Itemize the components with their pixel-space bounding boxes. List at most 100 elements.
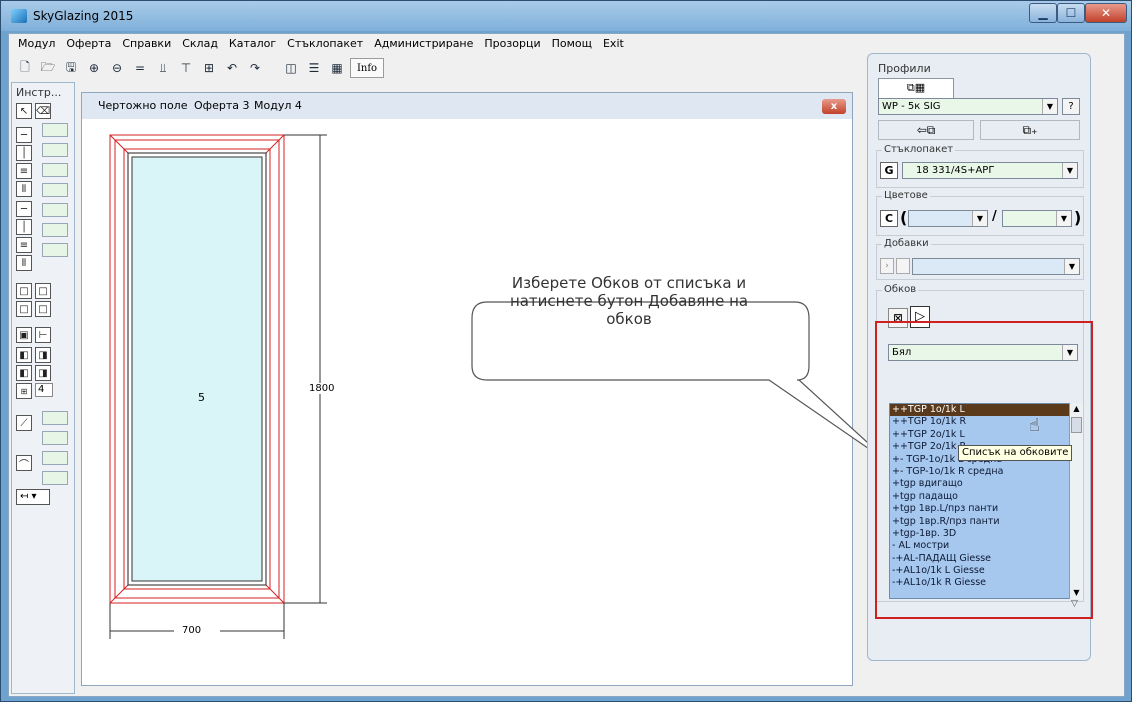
profiles-title: Профили — [878, 62, 931, 75]
scroll-up-icon[interactable]: ▲ — [1070, 403, 1083, 415]
tool-field[interactable] — [42, 123, 68, 137]
door-tool-icon[interactable]: ◨ — [35, 365, 51, 381]
save-icon[interactable]: 🖫 — [61, 58, 81, 78]
arc-tool-icon[interactable]: ⌒ — [16, 455, 32, 471]
align-top-icon[interactable]: ⊤ — [176, 58, 196, 78]
addon-select[interactable]: ▼ — [912, 258, 1080, 275]
color-c-button[interactable]: C — [880, 210, 898, 227]
glazing-select[interactable]: 18 331/4S+АРГ ▼ — [902, 162, 1078, 179]
vertical-split-tool-icon[interactable]: │ — [16, 219, 32, 235]
info-button[interactable]: Info — [350, 58, 384, 78]
list-view-icon[interactable]: ☰ — [304, 58, 324, 78]
tool-field[interactable] — [42, 183, 68, 197]
horizontal-lines-tool-icon[interactable]: ≡ — [16, 237, 32, 253]
menu-administration[interactable]: Администриране — [369, 34, 479, 54]
tool-field[interactable] — [42, 223, 68, 237]
list-item[interactable]: -+AL1o/1k R Giesse — [890, 577, 1082, 589]
menu-exit[interactable]: Exit — [598, 34, 630, 54]
frame-tool-icon[interactable]: □ — [35, 301, 51, 317]
list-item[interactable]: ++TGP 1o/1k L — [890, 404, 1082, 417]
frame-tool-icon[interactable]: □ — [16, 301, 32, 317]
undo-icon[interactable]: ↶ — [222, 58, 242, 78]
list-item[interactable]: +tgp 1вр.R/прз панти — [890, 516, 1082, 528]
outer-color-select[interactable]: ▼ — [1002, 210, 1072, 227]
split-view-icon[interactable]: ◫ — [281, 58, 301, 78]
sash-tool-icon[interactable]: ▣ — [16, 327, 32, 343]
horizontal-multi-tool-icon[interactable]: ≡ — [16, 163, 32, 179]
profile-help-button[interactable]: ? — [1062, 98, 1080, 115]
new-file-icon[interactable]: 🗋 — [15, 58, 35, 78]
list-item[interactable]: -+AL-ПАДАЩ Giesse — [890, 553, 1082, 565]
list-item[interactable]: ++TGP 1o/1k R — [890, 416, 1082, 428]
tool-field[interactable] — [42, 203, 68, 217]
handle-tool-icon[interactable]: ⊢ — [35, 327, 51, 343]
add-addon-button[interactable]: › — [880, 258, 894, 274]
menu-windows[interactable]: Прозорци — [479, 34, 546, 54]
tool-field[interactable] — [42, 163, 68, 177]
profile-tab-icon[interactable]: ⧉▦ — [878, 78, 954, 98]
tool-counter-field[interactable]: 4 — [35, 383, 53, 397]
inner-color-select[interactable]: ▼ — [908, 210, 988, 227]
tool-field[interactable] — [42, 411, 68, 425]
horizontal-bar-tool-icon[interactable]: ─ — [16, 127, 32, 143]
vertical-bar-tool-icon[interactable]: │ — [16, 145, 32, 161]
table-view-icon[interactable]: ▦ — [327, 58, 347, 78]
drawing-close-button[interactable]: x — [822, 99, 846, 114]
horizontal-split-tool-icon[interactable]: ─ — [16, 201, 32, 217]
direction-dropdown[interactable]: ↤ ▾ — [16, 489, 50, 505]
list-item[interactable]: ++TGP 2o/1k L — [890, 429, 1082, 441]
chevron-down-icon: ▼ — [972, 211, 987, 226]
list-item[interactable]: +tgp падащо — [890, 491, 1082, 503]
remove-profile-button[interactable]: ⇦⧉ — [878, 120, 974, 140]
zoom-in-icon[interactable]: ⊕ — [84, 58, 104, 78]
frame-tool-icon[interactable]: □ — [16, 283, 32, 299]
tool-field[interactable] — [42, 243, 68, 257]
hardware-list[interactable]: ++TGP 1o/1k L ++TGP 1o/1k R ++TGP 2o/1k … — [889, 403, 1083, 599]
tool-field[interactable] — [42, 431, 68, 445]
open-folder-icon[interactable]: 🗁 — [38, 58, 58, 78]
minimize-button[interactable]: ▁ — [1029, 3, 1057, 23]
vertical-multi-tool-icon[interactable]: ⦀ — [16, 181, 32, 197]
scroll-down-icon[interactable]: ▼ — [1070, 587, 1083, 599]
redo-icon[interactable]: ↷ — [245, 58, 265, 78]
slope-tool-icon[interactable]: ⟋ — [16, 415, 32, 431]
list-item[interactable]: -+AL1o/1k L Giesse — [890, 565, 1082, 577]
grid-tool-icon[interactable]: ⊞ — [16, 383, 32, 399]
list-item[interactable]: +tgp-1вр. 3D — [890, 528, 1082, 540]
menu-warehouse[interactable]: Склад — [177, 34, 224, 54]
chevron-down-icon: ▼ — [1042, 99, 1057, 114]
menu-help[interactable]: Помощ — [547, 34, 598, 54]
door-tool-icon[interactable]: ◨ — [35, 347, 51, 363]
list-item[interactable]: +tgp 1вр.L/прз панти — [890, 503, 1082, 515]
addon-checkbox[interactable] — [896, 258, 910, 274]
scroll-thumb[interactable] — [1071, 417, 1082, 433]
frame-grid-icon[interactable]: ⊞ — [199, 58, 219, 78]
list-item[interactable]: +- TGP-1o/1k R средна — [890, 466, 1082, 478]
vertical-lines-tool-icon[interactable]: ⦀ — [16, 255, 32, 271]
list-resize-icon[interactable]: ▽ — [1071, 599, 1078, 609]
frame-tool-icon[interactable]: □ — [35, 283, 51, 299]
menu-glazing[interactable]: Стъклопакет — [282, 34, 369, 54]
equal-icon[interactable]: = — [130, 58, 150, 78]
list-item[interactable]: - AL мостри — [890, 540, 1082, 552]
tool-field[interactable] — [42, 471, 68, 485]
maximize-button[interactable]: ☐ — [1057, 3, 1085, 23]
list-item[interactable]: +tgp вдигащо — [890, 478, 1082, 490]
door-tool-icon[interactable]: ◧ — [16, 365, 32, 381]
align-bottom-icon[interactable]: ⫫ — [153, 58, 173, 78]
zoom-out-icon[interactable]: ⊖ — [107, 58, 127, 78]
close-button[interactable]: ✕ — [1085, 3, 1127, 23]
door-tool-icon[interactable]: ◧ — [16, 347, 32, 363]
pointer-tool-icon[interactable]: ↖ — [16, 103, 32, 119]
glazing-g-button[interactable]: G — [880, 162, 898, 179]
tool-field[interactable] — [42, 143, 68, 157]
tool-field[interactable] — [42, 451, 68, 465]
profile-select[interactable]: WP - 5к SIG ▼ — [878, 98, 1058, 115]
menu-catalog[interactable]: Каталог — [224, 34, 282, 54]
menu-offer[interactable]: Оферта — [61, 34, 117, 54]
menu-module[interactable]: Модул — [13, 34, 61, 54]
menu-reports[interactable]: Справки — [117, 34, 177, 54]
hardware-list-scrollbar[interactable]: ▲ ▼ — [1069, 403, 1083, 599]
add-profile-button[interactable]: ⧉₊ — [980, 120, 1080, 140]
eraser-tool-icon[interactable]: ⌫ — [35, 103, 51, 119]
